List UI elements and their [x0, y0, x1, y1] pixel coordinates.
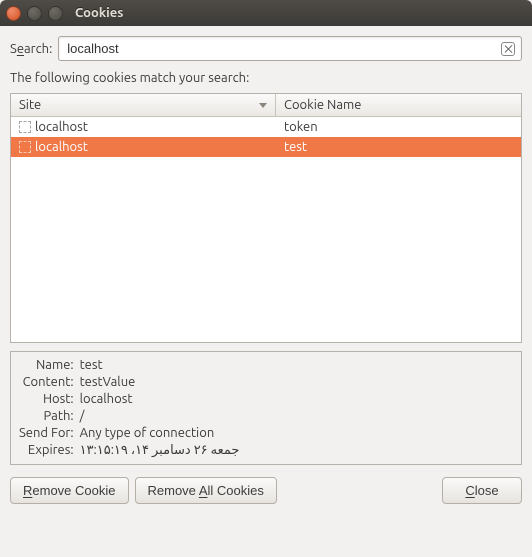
close-button[interactable]: Close	[442, 477, 522, 504]
remove-cookie-button[interactable]: Remove Cookie	[10, 477, 129, 504]
search-label: Search:	[10, 42, 52, 56]
cell-cookie: test	[276, 137, 521, 157]
detail-label-path: Path:	[19, 409, 74, 423]
detail-value-name: test	[80, 358, 513, 372]
cell-site: localhost	[11, 117, 276, 137]
cookies-table: Site Cookie Name localhosttokenlocalhost…	[10, 93, 522, 343]
match-label: The following cookies match your search:	[10, 71, 522, 85]
table-body: localhost token localhost test	[11, 117, 521, 342]
table-row[interactable]: localhost token	[11, 117, 521, 137]
detail-value-content: testValue	[80, 375, 513, 389]
column-header-site[interactable]: Site	[11, 94, 276, 116]
detail-value-sendfor: Any type of connection	[80, 426, 513, 440]
search-input-wrap[interactable]	[58, 36, 522, 61]
column-header-cookie[interactable]: Cookie Name	[276, 94, 521, 116]
detail-value-expires: جمعه ۲۶ دسامبر ۱۴، ۱۳:۱۵:۱۹	[80, 443, 513, 458]
detail-label-name: Name:	[19, 358, 74, 372]
column-header-site-label: Site	[19, 98, 41, 112]
search-row: Search:	[10, 36, 522, 61]
flex-spacer	[283, 477, 436, 504]
column-header-cookie-label: Cookie Name	[284, 98, 361, 112]
detail-label-sendfor: Send For:	[19, 426, 74, 440]
remove-all-cookies-button[interactable]: Remove All Cookies	[135, 477, 277, 504]
detail-label-expires: Expires:	[19, 443, 74, 458]
window-close-icon[interactable]	[6, 6, 21, 21]
detail-value-path: /	[80, 409, 513, 423]
cell-site: localhost	[11, 137, 276, 157]
window-maximize-icon[interactable]	[48, 6, 63, 21]
detail-value-host: localhost	[80, 392, 513, 406]
table-header: Site Cookie Name	[11, 94, 521, 117]
button-bar: Remove Cookie Remove All Cookies Close	[10, 477, 522, 504]
detail-label-host: Host:	[19, 392, 74, 406]
table-row[interactable]: localhost test	[11, 137, 521, 157]
cookie-details: Name: test Content: testValue Host: loca…	[10, 351, 522, 465]
cell-cookie: token	[276, 117, 521, 137]
titlebar: Cookies	[0, 0, 532, 26]
clear-search-icon[interactable]	[501, 42, 515, 56]
detail-label-content: Content:	[19, 375, 74, 389]
dialog-content: Search: The following cookies match your…	[0, 26, 532, 557]
cookie-icon	[19, 141, 31, 153]
cookie-icon	[19, 121, 31, 133]
window-minimize-icon[interactable]	[27, 6, 42, 21]
cell-site-text: localhost	[35, 117, 88, 137]
window-title: Cookies	[75, 6, 123, 20]
sort-indicator-icon	[259, 103, 267, 108]
cell-site-text: localhost	[35, 137, 88, 157]
search-input[interactable]	[65, 40, 501, 57]
